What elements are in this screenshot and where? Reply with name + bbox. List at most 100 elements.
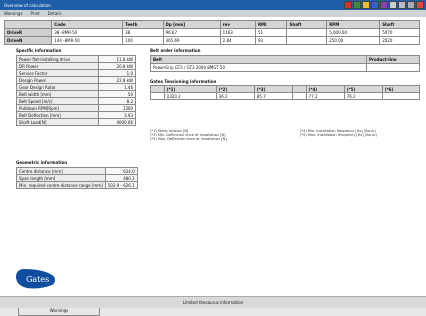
header-cell: Code xyxy=(51,20,124,29)
cell: 92 xyxy=(254,36,288,45)
cell: 365.69 xyxy=(162,36,221,45)
header-cell: rev xyxy=(219,20,256,29)
table-row: Gear Design Ratio 1.46 xyxy=(16,83,136,91)
gates-logo: Gates xyxy=(12,267,60,291)
geo-value: 502.9 - 626.1 xyxy=(104,181,138,189)
cell: PowerGrip GT3 / GT3 2000 8MGT 50 xyxy=(150,63,367,72)
header-cell: Product-line xyxy=(366,55,420,64)
icon-2[interactable] xyxy=(353,1,361,9)
title-bar: Overview of calculation xyxy=(0,0,426,10)
spec-label: Design Power xyxy=(16,76,99,84)
spec-value: 8.2 xyxy=(98,97,136,105)
table-row: Belt Deflection [mm] 3.93 xyxy=(16,111,136,119)
cell: 77.2 xyxy=(305,92,345,100)
spec-label: Shaft Load[N] xyxy=(16,118,99,126)
icon-1[interactable] xyxy=(344,1,352,9)
header-cell: (*1) xyxy=(163,85,217,93)
spec-label: Belt Deflection [mm] xyxy=(16,111,99,119)
cell: 2020 xyxy=(379,36,420,45)
cell: DriveR xyxy=(3,28,53,37)
spec-label: Belt Speed [m/s] xyxy=(16,97,99,105)
table-row: Span length [mm] 480.2 xyxy=(16,174,138,182)
icon-8[interactable] xyxy=(407,1,415,9)
cell: 96.67 xyxy=(162,28,221,37)
table-row: Belt Speed [m/s] 8.2 xyxy=(16,97,136,105)
geo-value: 480.2 xyxy=(104,174,138,182)
table-row: 2320.2 36.2 85.7 77.2 76.2 xyxy=(150,92,421,100)
header-cell xyxy=(291,85,307,93)
cell: 85.7 xyxy=(253,92,293,100)
cell: 250.00 xyxy=(326,36,381,45)
header-cell: (*3) xyxy=(253,85,293,93)
spec-value: 11.8 kW xyxy=(98,55,136,63)
drive-table: Code Teeth Dp [mm] rev RMI Shaft RPM Sha… xyxy=(3,20,420,45)
cell: DriveN xyxy=(3,36,53,45)
table-row: DriveN 144 -8MR-50 100 365.69 2.84 92 25… xyxy=(3,36,420,45)
table-row: Service Factor 1.0 xyxy=(16,69,136,77)
toolbar-icons xyxy=(344,1,424,9)
menu-details[interactable]: Details xyxy=(48,11,62,16)
icon-4[interactable] xyxy=(371,1,379,9)
spec-label: Belt width [mm] xyxy=(16,90,99,98)
close-icon[interactable] xyxy=(416,1,424,9)
header-cell: RMI xyxy=(254,20,288,29)
icon-5[interactable] xyxy=(380,1,388,9)
warnings-label: Warnings xyxy=(49,308,69,313)
cell: 5070 xyxy=(379,28,420,37)
table-row: DR Power 20.8 kW xyxy=(16,62,136,70)
table-row: (*1) (*2) (*3) (*4) (*5) (*6) xyxy=(150,85,421,93)
spec-label: Power flat-installing drive xyxy=(16,55,99,63)
geometry-table: Centre distance [mm] 624.0 Span length [m… xyxy=(16,167,138,189)
cell: 38 -8MR-50 xyxy=(51,28,124,37)
spec-label: Gear Design Ratio xyxy=(16,83,99,91)
table-row: Belt width [mm] 50 xyxy=(16,90,136,98)
menu-warnings[interactable]: Warnings xyxy=(4,11,23,16)
header-cell: Teeth xyxy=(122,20,164,29)
table-row: Pulldown RPM[Rpm] 1300 xyxy=(16,104,136,112)
header-cell: (*4) xyxy=(305,85,345,93)
window-title: Overview of calculation xyxy=(4,2,51,8)
status-text: Limited thesaurus information xyxy=(182,300,244,305)
main-panel: Code Teeth Dp [mm] rev RMI Shaft RPM Sha… xyxy=(0,17,426,316)
cell: 100 xyxy=(122,36,164,45)
cell: 2320.2 xyxy=(163,92,217,100)
geo-value: 624.0 xyxy=(104,167,138,175)
note: (*3) Max. Deflection force at installati… xyxy=(150,137,227,141)
cell xyxy=(286,36,328,45)
icon-3[interactable] xyxy=(362,1,370,9)
cell xyxy=(150,92,165,100)
belt-tension-table: (*1) (*2) (*3) (*4) (*5) (*6) 2320.2 36.… xyxy=(150,85,421,100)
cell: 2.84 xyxy=(219,36,256,45)
menu-print[interactable]: Print xyxy=(31,11,40,16)
header-cell xyxy=(150,85,165,93)
cell: 5,000.00 xyxy=(326,28,381,37)
header-cell: (*2) xyxy=(215,85,255,93)
header-cell: (*6) xyxy=(381,85,421,93)
belt-order-title: Belt order information xyxy=(150,48,201,53)
cell xyxy=(291,92,307,100)
drive-table-header: Code Teeth Dp [mm] rev RMI Shaft RPM Sha… xyxy=(3,20,420,29)
table-row: Design Power 22.8 kW xyxy=(16,76,136,84)
spec-value: 20.8 kW xyxy=(98,62,136,70)
table-row: Power flat-installing drive 11.8 kW xyxy=(16,55,136,63)
spec-label: Pulldown RPM[Rpm] xyxy=(16,104,99,112)
cell xyxy=(381,92,421,100)
spec-value: 1.46 xyxy=(98,83,136,91)
icon-7[interactable] xyxy=(398,1,406,9)
table-row: Min. required centre distance range [mm]… xyxy=(16,181,138,189)
spec-value: 4000.06 xyxy=(98,118,136,126)
spec-value: 3.93 xyxy=(98,111,136,119)
cell: 76.2 xyxy=(343,92,383,100)
table-row: DriveR 38 -8MR-50 38 96.67 1163 51 5,000… xyxy=(3,28,420,37)
geo-label: Span length [mm] xyxy=(16,174,106,182)
header-cell: Shaft xyxy=(379,20,420,29)
cell: 38 xyxy=(122,28,164,37)
header-cell: (*5) xyxy=(343,85,383,93)
table-row: Shaft Load[N] 4000.06 xyxy=(16,118,136,126)
belt-order-table: Belt Product-line PowerGrip GT3 / GT3 20… xyxy=(150,55,420,72)
icon-6[interactable] xyxy=(389,1,397,9)
geo-label: Centre distance [mm] xyxy=(16,167,106,175)
spec-label: DR Power xyxy=(16,62,99,70)
cell: 36.2 xyxy=(215,92,255,100)
table-row: Belt Product-line xyxy=(150,55,420,64)
